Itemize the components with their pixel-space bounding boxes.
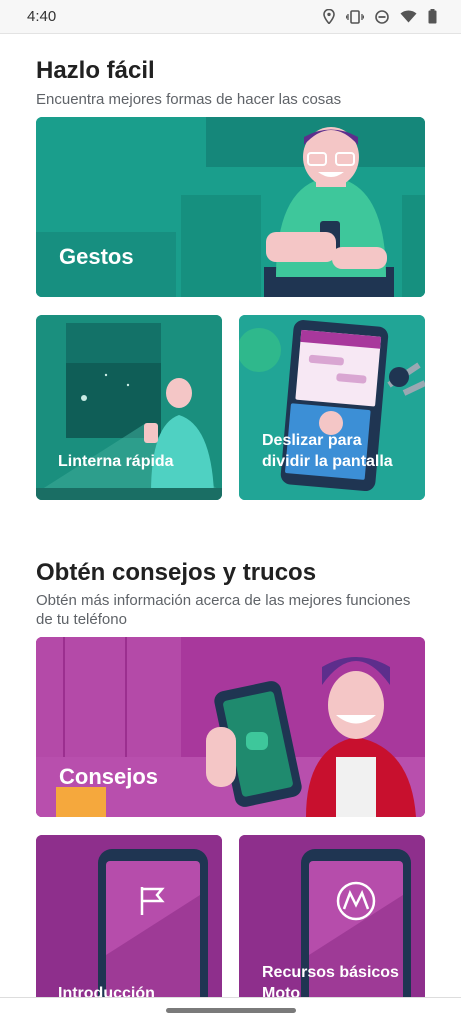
- gesture-navigation-bar[interactable]: [0, 997, 461, 1024]
- card-linterna-rapida[interactable]: Linterna rápida: [36, 315, 222, 500]
- card-label-linterna-rapida: Linterna rápida: [58, 453, 174, 470]
- battery-icon: [428, 9, 437, 24]
- card-label-gestos: Gestos: [59, 244, 134, 269]
- card-consejos[interactable]: Consejos: [36, 637, 425, 817]
- gestos-illustration: [36, 117, 425, 297]
- card-gestos[interactable]: Gestos: [36, 117, 425, 297]
- vibrate-icon: [346, 9, 364, 24]
- status-icons: [323, 9, 437, 24]
- card-label-dividir-pantalla: Deslizar para dividir la pantalla: [262, 432, 393, 470]
- split-screen-illustration: [239, 315, 425, 500]
- section-subtitle-hazlo-facil: Encuentra mejores formas de hacer las co…: [36, 91, 342, 108]
- status-bar: 4:40: [0, 0, 461, 34]
- consejos-illustration: [36, 637, 425, 817]
- linterna-illustration: [36, 315, 222, 500]
- location-icon: [323, 9, 335, 24]
- card-label-introduccion: Introducción: [58, 985, 155, 998]
- status-time: 4:40: [27, 8, 57, 25]
- main-content[interactable]: Hazlo fácil Encuentra mejores formas de …: [0, 34, 461, 998]
- card-introduccion[interactable]: Introducción: [36, 835, 222, 998]
- wifi-icon: [400, 10, 417, 23]
- section-subtitle-consejos-trucos: Obtén más información acerca de las mejo…: [36, 592, 411, 628]
- introduccion-illustration: [36, 835, 222, 998]
- section-title-hazlo-facil: Hazlo fácil: [36, 57, 155, 84]
- home-gesture-handle[interactable]: [166, 1008, 296, 1013]
- card-recursos-basicos-moto[interactable]: Recursos básicos Moto: [239, 835, 425, 998]
- card-dividir-pantalla[interactable]: Deslizar para dividir la pantalla: [239, 315, 425, 500]
- do-not-disturb-icon: [375, 9, 389, 24]
- card-label-recursos-basicos-moto: Recursos básicos Moto: [262, 964, 399, 998]
- card-label-consejos: Consejos: [59, 764, 159, 789]
- section-title-consejos-trucos: Obtén consejos y trucos: [36, 559, 317, 586]
